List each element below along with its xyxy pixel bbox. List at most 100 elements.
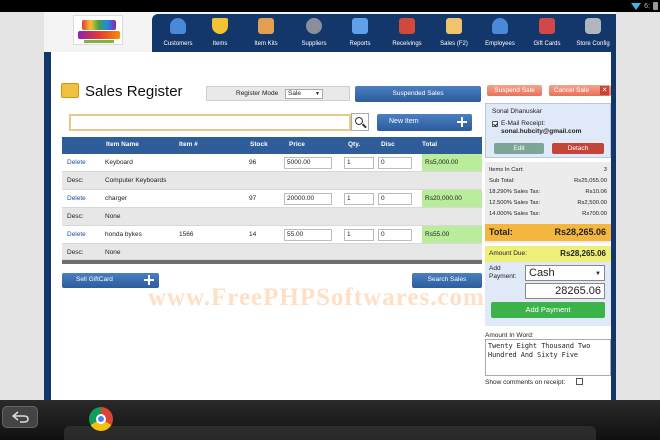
item-stock: 97 [249, 195, 257, 202]
nav-label: Reports [349, 41, 371, 47]
close-icon: ✕ [600, 86, 609, 95]
summary-row: 14.000% Sales Tax: Rs700.00 [489, 211, 607, 220]
detach-customer-button[interactable]: Detach [552, 143, 604, 154]
amount-in-word-textarea[interactable]: Twenty Eight Thousand Two Hundred And Si… [485, 339, 611, 376]
nav-store-config[interactable]: Store Config [570, 14, 616, 52]
summary-label: Sub Total: [489, 178, 515, 184]
email-receipt-checkbox[interactable] [492, 121, 498, 127]
sale-total: Total: Rs28,265.06 [485, 224, 611, 241]
line-total: Rs5,000.00 [422, 154, 482, 171]
chevron-down-icon: ▼ [595, 271, 601, 277]
nav-items[interactable]: Items [200, 14, 240, 52]
search-icon[interactable] [351, 113, 369, 131]
line-total-value: Rs55.00 [425, 231, 450, 238]
new-item-button[interactable]: New Item [377, 114, 472, 131]
nav-item-kits[interactable]: Item Kits [244, 14, 288, 52]
receivings-icon [399, 18, 415, 34]
amount-due-value: Rs28,265.06 [560, 249, 606, 258]
desc-value: None [105, 213, 121, 220]
summary-label: 12.500% Sales Tax: [489, 200, 541, 206]
add-payment-button[interactable]: Add Payment [491, 302, 605, 318]
summary-value: Rs10.06 [585, 189, 607, 195]
nav-reports[interactable]: Reports [340, 14, 380, 52]
nav-label: Employees [485, 41, 515, 47]
summary-value: Rs2,500.00 [577, 200, 607, 206]
desc-value: Computer Keyboards [105, 177, 167, 184]
app-logo[interactable] [73, 15, 123, 45]
payment-type-value: Cash [529, 267, 555, 279]
back-button[interactable] [2, 406, 38, 428]
nav-gift-cards[interactable]: Gift Cards [524, 14, 570, 52]
line-total-value: Rs5,000.00 [425, 159, 459, 166]
battery-icon [653, 2, 658, 10]
clock: 6: [644, 2, 650, 10]
delete-link[interactable]: Delete [67, 195, 86, 202]
nav-label: Item Kits [254, 41, 278, 47]
payment-panel: Amount Due: Rs28,265.06 Add Payment: Cas… [485, 246, 611, 326]
suspended-sales-button[interactable]: Suspended Sales [355, 86, 481, 102]
summary-value: 3 [603, 167, 607, 173]
header-qty: Qty. [348, 141, 361, 148]
customer-panel: Sonal Dhanuskar E-Mail Receipt: sonal.hu… [485, 103, 611, 158]
browser-viewport: Customers Items Item Kits Suppliers Repo… [0, 12, 660, 400]
watermark: www.FreePHPSoftwares.com [148, 284, 485, 311]
table-row-desc: Desc: None [62, 208, 482, 226]
qty-input[interactable]: 1 [344, 229, 374, 241]
suppliers-icon [306, 18, 322, 34]
cart-table: Item Name Item # Stock Price Qty. Disc T… [62, 137, 482, 264]
header-stock: Stock [250, 141, 268, 148]
amount-due-label: Amount Due: [489, 250, 527, 257]
disc-input[interactable]: 0 [378, 193, 412, 205]
summary-row: Items In Cart: 3 [489, 167, 607, 176]
header-item-name: Item Name [106, 141, 139, 148]
chrome-icon[interactable] [89, 407, 113, 431]
nav-label: Store Config [576, 41, 610, 47]
show-comments-checkbox[interactable] [576, 378, 583, 385]
nav-receivings[interactable]: Receivings [384, 14, 430, 52]
desc-label: Desc: [67, 213, 84, 220]
item-search-input[interactable] [69, 114, 351, 131]
disc-input[interactable]: 0 [378, 229, 412, 241]
sales-icon [446, 18, 462, 34]
show-comments-label: Show comments on receipt: [485, 379, 566, 386]
disc-input[interactable]: 0 [378, 157, 412, 169]
edit-customer-button[interactable]: Edit [494, 143, 544, 154]
qty-input[interactable]: 1 [344, 157, 374, 169]
delete-link[interactable]: Delete [67, 231, 86, 238]
line-total-value: Rs20,000.00 [425, 195, 462, 202]
summary-value: Rs25,055.00 [574, 178, 607, 184]
header-item-number: Item # [179, 141, 198, 148]
desc-label: Desc: [67, 249, 84, 256]
payment-amount-input[interactable]: 28265.06 [525, 283, 605, 299]
payment-type-select[interactable]: Cash ▼ [525, 265, 605, 281]
summary-label: 14.000% Sales Tax: [489, 211, 541, 217]
sell-giftcard-label: Sell GiftCard [76, 276, 113, 283]
summary-row: Sub Total: Rs25,055.00 [489, 178, 607, 187]
gift-cards-icon [539, 18, 555, 34]
desc-value: None [105, 249, 121, 256]
price-input[interactable]: 20000.00 [284, 193, 332, 205]
item-stock: 14 [249, 231, 257, 238]
nav-customers[interactable]: Customers [156, 14, 200, 52]
customer-name: Sonal Dhanuskar [492, 108, 542, 115]
register-mode-select[interactable]: Sale ▼ [285, 89, 323, 99]
delete-link[interactable]: Delete [67, 159, 86, 166]
nav-sales[interactable]: Sales (F2) [432, 14, 476, 52]
item-name: Keyboard [105, 159, 133, 166]
amount-in-word-label: Amount In Word: [485, 332, 534, 339]
pos-app: Customers Items Item Kits Suppliers Repo… [44, 12, 616, 400]
nav-label: Sales (F2) [440, 41, 468, 47]
suspend-sale-button[interactable]: Suspend Sale [487, 85, 542, 96]
price-input[interactable]: 5000.00 [284, 157, 332, 169]
cancel-sale-button[interactable]: Cancel Sale ✕ [549, 85, 611, 96]
price-input[interactable]: 55.00 [284, 229, 332, 241]
employees-icon [492, 18, 508, 34]
sell-giftcard-button[interactable]: Sell GiftCard [62, 273, 159, 288]
item-name: honda bykes [105, 231, 142, 238]
main-content: Sales Register Register Mode Sale ▼ Susp… [51, 52, 611, 400]
nav-employees[interactable]: Employees [478, 14, 522, 52]
nav-suppliers[interactable]: Suppliers [292, 14, 336, 52]
reports-icon [352, 18, 368, 34]
qty-input[interactable]: 1 [344, 193, 374, 205]
chevron-down-icon: ▼ [315, 91, 320, 97]
